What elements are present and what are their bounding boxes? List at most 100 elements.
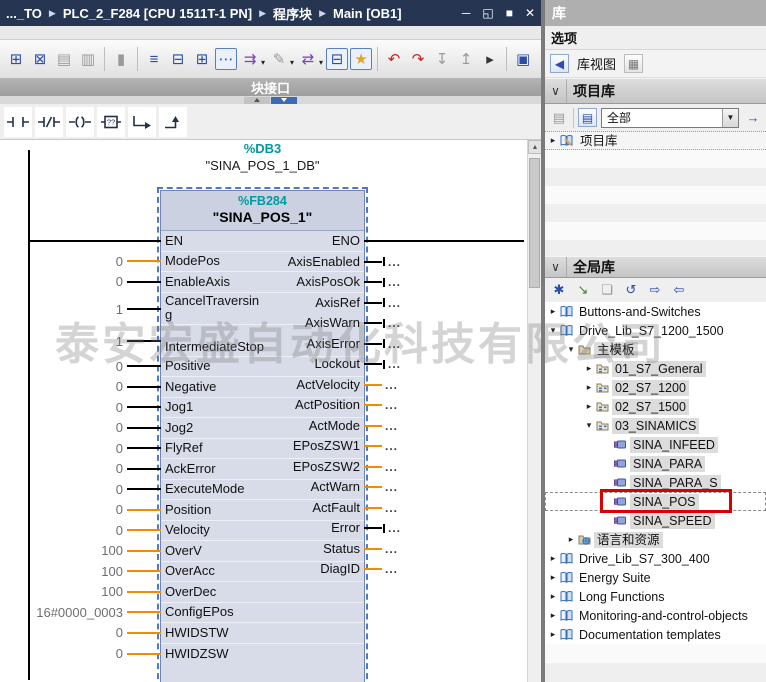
tree-item-Buttons-and-Switches[interactable]: ▸Buttons-and-Switches xyxy=(545,302,766,321)
open-global-library-icon[interactable]: ↘ xyxy=(573,280,593,300)
nc-contact-icon[interactable] xyxy=(35,107,63,137)
expand-icon[interactable]: ▸ xyxy=(548,572,558,583)
expand-icon[interactable]: ▸ xyxy=(566,534,576,545)
absolute-operands-icon-dropdown[interactable]: ▾ xyxy=(261,58,265,67)
expand-icon[interactable]: ▸ xyxy=(584,363,594,374)
operand-value[interactable]: 100 xyxy=(101,564,123,579)
expand-icon[interactable]: ▸ xyxy=(548,306,558,317)
db-number[interactable]: %DB3 xyxy=(160,141,365,156)
tree-item-Drive_Lib_S7_300_400[interactable]: ▸Drive_Lib_S7_300_400 xyxy=(545,549,766,568)
library-filter-select[interactable]: 全部 ▼ xyxy=(601,108,739,128)
insert-network-icon[interactable]: ⊞ xyxy=(5,48,27,70)
expand-interface-button[interactable] xyxy=(244,97,270,104)
open-master-copy-icon[interactable]: → xyxy=(743,108,763,128)
unassigned-operand[interactable]: ... xyxy=(385,419,398,433)
no-contact-icon[interactable] xyxy=(4,107,32,137)
unassigned-operand[interactable]: ... xyxy=(385,460,398,474)
tree-item-Energy Suite[interactable]: ▸Energy Suite xyxy=(545,568,766,587)
tree-item-Drive_Lib_S7_1200_1500[interactable]: ▾Drive_Lib_S7_1200_1500 xyxy=(545,321,766,340)
operand-value[interactable]: 0 xyxy=(116,523,123,538)
free-form-comments-icon-dropdown[interactable]: ▾ xyxy=(290,58,294,67)
chevron-down-icon[interactable]: ▼ xyxy=(722,109,738,127)
operand-value[interactable]: 0 xyxy=(116,420,123,435)
unassigned-operand[interactable]: ... xyxy=(385,439,398,453)
update-block-calls-icon-dropdown[interactable]: ▾ xyxy=(319,58,323,67)
db-name[interactable]: "SINA_POS_1_DB" xyxy=(160,158,365,173)
unassigned-operand[interactable]: ... xyxy=(388,316,401,330)
tree-item-02_S7_1500[interactable]: ▸02_S7_1500 xyxy=(545,397,766,416)
tree-item-主模板[interactable]: ▾主模板 xyxy=(545,340,766,359)
tree-item-语言和资源[interactable]: ▸语言和资源 xyxy=(545,530,766,549)
expand-icon[interactable]: ▸ xyxy=(584,382,594,393)
scroll-up-icon[interactable]: ▲ xyxy=(528,140,542,154)
tree-item-project-library[interactable]: ▸ 项目库 xyxy=(545,131,766,150)
open-all-networks-icon[interactable]: ⊞ xyxy=(191,48,213,70)
network-overview-icon[interactable]: ≡ xyxy=(143,48,165,70)
go-online-cancel-icon[interactable]: ↶ xyxy=(383,48,405,70)
operand-value[interactable]: 1 xyxy=(116,302,123,317)
breadcrumb-segment[interactable]: 程序块 xyxy=(273,4,312,23)
save-library-icon[interactable]: ❏ xyxy=(597,280,617,300)
go-offline-cancel-icon[interactable]: ↷ xyxy=(407,48,429,70)
interface-splitter[interactable] xyxy=(0,96,541,104)
scrollbar-thumb[interactable] xyxy=(529,158,540,288)
close-button[interactable]: ✕ xyxy=(525,6,535,20)
operand-value[interactable]: 1 xyxy=(116,334,123,349)
breadcrumb-segment[interactable]: PLC_2_F284 [CPU 1511T-1 PN] xyxy=(63,6,252,21)
types-list-icon[interactable]: ▤ xyxy=(578,108,597,127)
operand-value[interactable]: 0 xyxy=(116,441,123,456)
master-copies-filter-icon[interactable]: ▤ xyxy=(549,108,569,128)
library-overview-icon[interactable]: ▦ xyxy=(624,54,643,73)
float-button[interactable]: ◱ xyxy=(482,6,493,20)
operand-value[interactable]: 0 xyxy=(116,359,123,374)
unassigned-operand[interactable]: ... xyxy=(385,398,398,412)
more-commands-icon[interactable]: ▸ xyxy=(479,48,501,70)
unassigned-operand[interactable]: ... xyxy=(385,542,398,556)
expand-icon[interactable]: ▸ xyxy=(548,591,558,602)
export-library-icon[interactable]: ⇨ xyxy=(645,280,665,300)
keep-actual-values-icon[interactable]: ▮ xyxy=(110,48,132,70)
tree-item-SINA_SPEED[interactable]: SINA_SPEED xyxy=(545,511,766,530)
unassigned-operand[interactable]: ... xyxy=(385,480,398,494)
unassigned-operand[interactable]: ... xyxy=(388,337,401,351)
display-format-icon[interactable]: ⊟ xyxy=(326,48,348,70)
operand-value[interactable]: 0 xyxy=(116,400,123,415)
free-form-comments-icon[interactable]: ✎ xyxy=(268,48,290,70)
tree-item-SINA_INFEED[interactable]: SINA_INFEED xyxy=(545,435,766,454)
operand-value[interactable]: 16#0000_0003 xyxy=(36,605,123,620)
unassigned-operand[interactable]: ... xyxy=(388,296,401,310)
operand-value[interactable]: 0 xyxy=(116,461,123,476)
operand-value[interactable]: 0 xyxy=(116,254,123,269)
tree-item-Monitoring-and-control-objects[interactable]: ▸Monitoring-and-control-objects xyxy=(545,606,766,625)
collapse-icon[interactable]: ▾ xyxy=(584,420,594,431)
collapse-interface-button[interactable] xyxy=(271,97,297,104)
absolute-operands-icon[interactable]: ⇉ xyxy=(239,48,261,70)
rollback-library-icon[interactable]: ↺ xyxy=(621,280,641,300)
operand-value[interactable]: 100 xyxy=(101,543,123,558)
network-comments-icon[interactable]: ⋯ xyxy=(215,48,237,70)
split-editor-icon[interactable]: ▣ xyxy=(512,48,534,70)
operand-value[interactable]: 100 xyxy=(101,584,123,599)
close-all-networks-icon[interactable]: ⊟ xyxy=(167,48,189,70)
editor-vertical-scrollbar[interactable]: ▲ xyxy=(527,140,541,682)
collapse-icon[interactable]: ▾ xyxy=(566,344,576,355)
close-branch-icon[interactable] xyxy=(159,107,187,137)
open-branch-icon[interactable] xyxy=(128,107,156,137)
collapse-global-libraries-icon[interactable]: ∨ xyxy=(545,257,567,277)
operand-value[interactable]: 0 xyxy=(116,379,123,394)
tree-item-SINA_POS[interactable]: SINA_POS xyxy=(545,492,766,511)
expand-icon[interactable]: ▸ xyxy=(548,135,558,146)
favorites-toggle-icon[interactable]: ★ xyxy=(350,48,372,70)
collapse-icon[interactable]: ▾ xyxy=(548,325,558,336)
breadcrumb-segment[interactable]: ..._TO xyxy=(6,6,42,21)
breadcrumb-segment[interactable]: Main [OB1] xyxy=(333,6,402,21)
expand-icon[interactable]: ▸ xyxy=(548,553,558,564)
global-libraries-header[interactable]: ∨ 全局库 xyxy=(545,256,766,278)
unassigned-operand[interactable]: ... xyxy=(385,562,398,576)
operand-value[interactable]: 0 xyxy=(116,502,123,517)
project-library-header[interactable]: ∨ 项目库 xyxy=(545,78,766,104)
sina-pos-function-block[interactable]: %FB284 "SINA_POS_1" EN0ModePos0EnableAxi… xyxy=(160,190,365,682)
coil-icon[interactable] xyxy=(66,107,94,137)
expand-icon[interactable]: ▸ xyxy=(548,610,558,621)
block-interface-bar[interactable]: 块接口 xyxy=(0,79,541,96)
